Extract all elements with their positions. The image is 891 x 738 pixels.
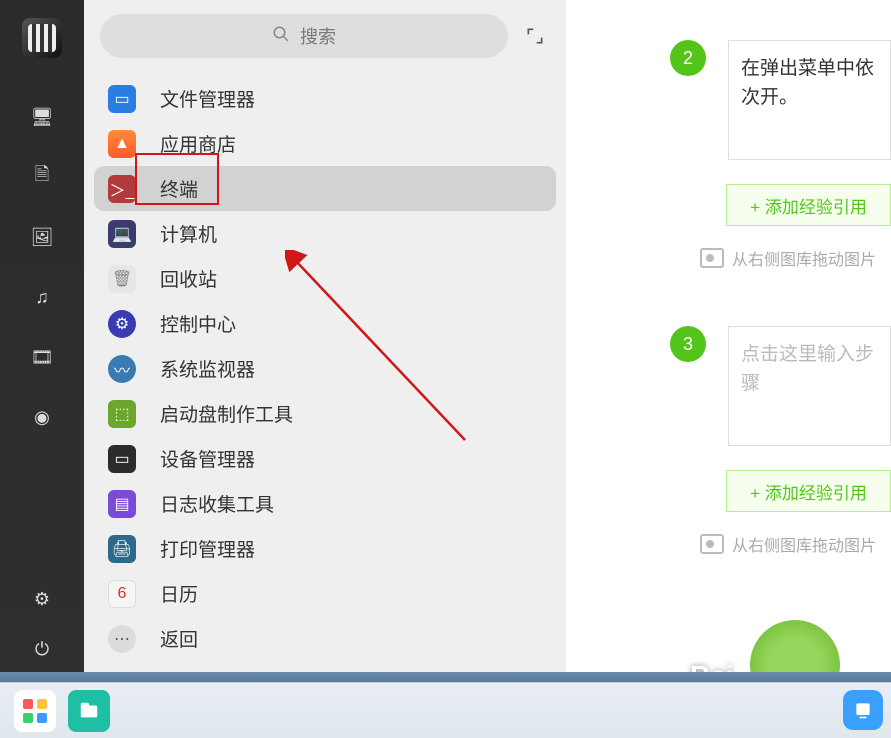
add-reference-label: + 添加经验引用	[750, 193, 867, 218]
drag-image-hint: 从右侧图库拖动图片	[700, 532, 891, 556]
app-label: 终端	[160, 175, 198, 202]
device-manager-icon: ▭	[108, 445, 136, 473]
app-label: 控制中心	[160, 310, 236, 337]
drag-hint-text: 从右侧图库拖动图片	[732, 246, 876, 270]
app-label: 打印管理器	[160, 535, 255, 562]
app-calendar[interactable]: 6 日历	[94, 571, 556, 616]
image-placeholder-icon	[700, 534, 724, 554]
add-reference-label: + 添加经验引用	[750, 479, 867, 504]
taskbar	[0, 682, 891, 738]
step-text: 在弹出菜单中依次开。	[741, 58, 874, 108]
user-avatar[interactable]	[22, 18, 62, 58]
trash-icon: 🗑	[108, 265, 136, 293]
settings-icon[interactable]: ⚙	[31, 588, 53, 610]
add-reference-button[interactable]: + 添加经验引用	[726, 184, 891, 226]
category-documents-icon[interactable]: 🗎	[31, 166, 53, 188]
step-placeholder: 点击这里输入步骤	[741, 344, 874, 394]
app-store-icon: ▲	[108, 130, 136, 158]
back-icon: ⋯	[108, 625, 136, 653]
app-control-center[interactable]: ⚙ 控制中心	[94, 301, 556, 346]
app-label: 回收站	[160, 265, 217, 292]
app-boot-maker[interactable]: ⬚ 启动盘制作工具	[94, 391, 556, 436]
app-store[interactable]: ▲ 应用商店	[94, 121, 556, 166]
category-desktop-icon[interactable]: 🖥	[31, 106, 53, 128]
app-label: 计算机	[160, 220, 217, 247]
app-label: 日志收集工具	[160, 490, 274, 517]
app-list: ▭ 文件管理器 ▲ 应用商店 ＞_ 终端 💻 计算机 🗑 回收站 ⚙ 控制中心	[84, 72, 566, 661]
control-center-icon: ⚙	[108, 310, 136, 338]
step-text-input[interactable]: 点击这里输入步骤	[728, 326, 891, 446]
launcher-logo-icon	[23, 699, 47, 723]
app-label: 系统监视器	[160, 355, 255, 382]
app-terminal[interactable]: ＞_ 终端	[94, 166, 556, 211]
add-reference-button[interactable]: + 添加经验引用	[726, 470, 891, 512]
terminal-icon: ＞_	[108, 175, 136, 203]
app-system-monitor[interactable]: 〰 系统监视器	[94, 346, 556, 391]
step-number-badge: 3	[670, 326, 706, 362]
search-input[interactable]: 搜索	[100, 14, 508, 58]
launcher-panel: 搜索 ▭ 文件管理器 ▲ 应用商店 ＞_ 终端 💻 计算机	[84, 0, 566, 680]
taskbar-file-manager-button[interactable]	[68, 690, 110, 732]
category-rail: 🖥 🗎 🖼 ♫ 🎞 ◉ ⚙ ⏻	[0, 0, 84, 680]
app-label: 文件管理器	[160, 85, 255, 112]
file-manager-icon: ▭	[108, 85, 136, 113]
category-other-icon[interactable]: ◉	[31, 406, 53, 428]
image-placeholder-icon	[700, 248, 724, 268]
expand-icon[interactable]	[520, 21, 550, 51]
step-number-badge: 2	[670, 40, 706, 76]
boot-maker-icon: ⬚	[108, 400, 136, 428]
step-3: 3 点击这里输入步骤	[670, 326, 891, 446]
calendar-icon: 6	[108, 580, 136, 608]
app-label: 启动盘制作工具	[160, 400, 293, 427]
power-icon[interactable]: ⏻	[31, 638, 53, 660]
step-2: 2 在弹出菜单中依次开。	[670, 40, 891, 160]
app-device-manager[interactable]: ▭ 设备管理器	[94, 436, 556, 481]
computer-icon: 💻	[108, 220, 136, 248]
app-log-collector[interactable]: ▤ 日志收集工具	[94, 481, 556, 526]
app-label: 日历	[160, 580, 198, 607]
taskbar-launcher-button[interactable]	[14, 690, 56, 732]
app-print-manager[interactable]: 🖨 打印管理器	[94, 526, 556, 571]
search-placeholder: 搜索	[300, 23, 336, 49]
instruction-column: 2 在弹出菜单中依次开。 + 添加经验引用 从右侧图库拖动图片 3 点击这里输入…	[670, 40, 891, 612]
app-back[interactable]: ⋯ 返回	[94, 616, 556, 661]
app-label: 应用商店	[160, 130, 236, 157]
search-icon	[272, 25, 290, 48]
taskbar-show-desktop-button[interactable]	[843, 690, 883, 730]
category-video-icon[interactable]: 🎞	[31, 346, 53, 368]
category-music-icon[interactable]: ♫	[31, 286, 53, 308]
print-manager-icon: 🖨	[108, 535, 136, 563]
app-file-manager[interactable]: ▭ 文件管理器	[94, 76, 556, 121]
category-pictures-icon[interactable]: 🖼	[31, 226, 53, 248]
step-text-input[interactable]: 在弹出菜单中依次开。	[728, 40, 891, 160]
drag-hint-text: 从右侧图库拖动图片	[732, 532, 876, 556]
wallpaper	[0, 672, 891, 682]
app-computer[interactable]: 💻 计算机	[94, 211, 556, 256]
drag-image-hint: 从右侧图库拖动图片	[700, 246, 891, 270]
app-label: 设备管理器	[160, 445, 255, 472]
system-monitor-icon: 〰	[108, 355, 136, 383]
log-collector-icon: ▤	[108, 490, 136, 518]
app-trash[interactable]: 🗑 回收站	[94, 256, 556, 301]
app-label: 返回	[160, 625, 198, 652]
